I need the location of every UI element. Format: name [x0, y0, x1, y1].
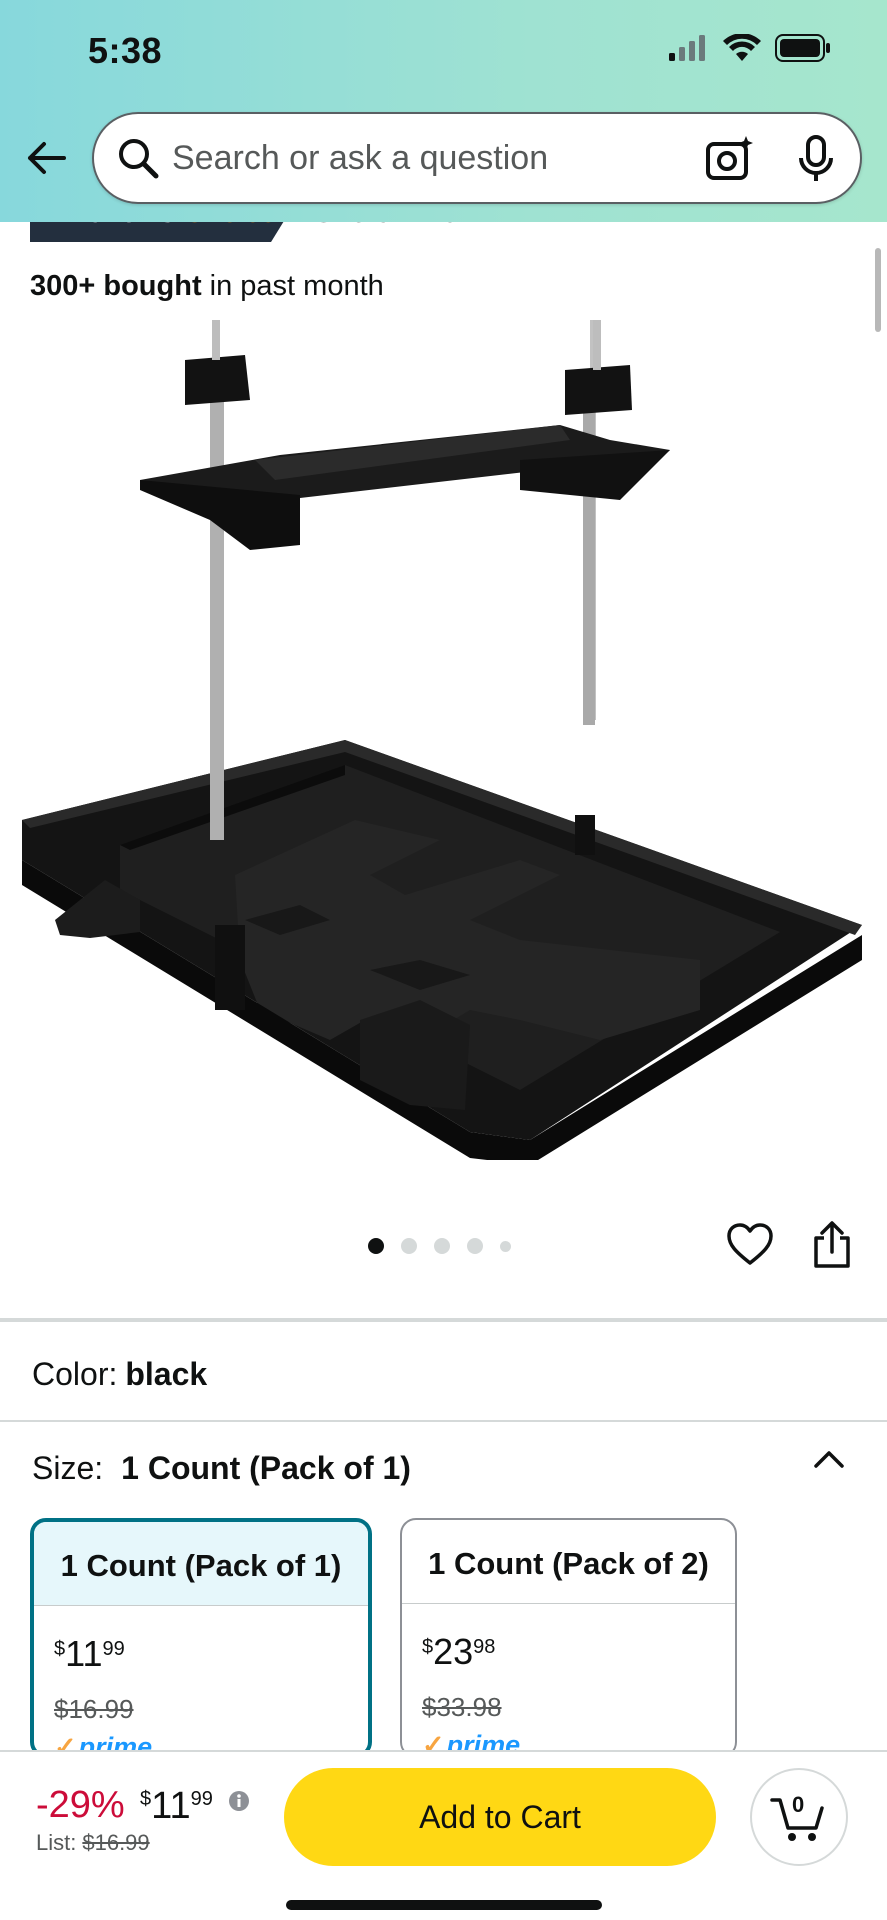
battery-icon	[775, 34, 830, 62]
color-label: Color:	[32, 1356, 118, 1392]
wifi-icon	[723, 34, 761, 61]
gallery-dot[interactable]	[401, 1238, 417, 1254]
size-option-pack-of-1[interactable]: 1 Count (Pack of 1) $11 99 $16.99 ✓prime	[30, 1518, 372, 1758]
search-placeholder: Search or ask a question	[172, 139, 549, 177]
bought-count: 300+ bought in past month	[30, 270, 384, 302]
product-image[interactable]	[0, 320, 887, 1160]
gallery-dot[interactable]	[434, 1238, 450, 1254]
camera-icon[interactable]	[704, 134, 754, 184]
buy-bar: -29% $11 99 List: $16.99 Add to Cart 0	[0, 1750, 887, 1920]
size-selector[interactable]: Size: 1 Count (Pack of 1)	[32, 1450, 411, 1487]
mic-icon[interactable]	[796, 134, 836, 184]
size-option-list-price: $33.98	[422, 1692, 502, 1722]
status-icons	[669, 34, 831, 62]
gallery-dot[interactable]	[500, 1240, 511, 1252]
size-label: Size:	[32, 1450, 104, 1486]
add-to-cart-button[interactable]: Add to Cart	[284, 1768, 716, 1866]
discount-percent: -29%	[36, 1784, 125, 1826]
size-option-price: $23 98	[422, 1631, 496, 1672]
search-input[interactable]: Search or ask a question	[92, 112, 862, 204]
header: 5:38 Search or ask a question	[0, 0, 887, 222]
list-price: List: $16.99	[36, 1830, 150, 1855]
size-option-name: 1 Count (Pack of 2)	[402, 1520, 735, 1604]
back-arrow-icon[interactable]	[24, 136, 68, 180]
share-icon[interactable]	[810, 1220, 854, 1270]
heart-icon[interactable]	[726, 1222, 774, 1266]
signal-icon	[669, 35, 705, 61]
size-option-list-price: $16.99	[54, 1694, 134, 1724]
home-indicator[interactable]	[286, 1900, 602, 1910]
chevron-up-icon[interactable]	[812, 1448, 846, 1472]
gallery-pagination[interactable]	[368, 1238, 511, 1254]
search-icon	[119, 139, 159, 179]
divider	[0, 1318, 887, 1322]
size-value: 1 Count (Pack of 1)	[121, 1450, 411, 1486]
cart-count: 0	[792, 1792, 805, 1817]
color-selector[interactable]: Color: black	[32, 1356, 207, 1393]
divider	[0, 1420, 887, 1422]
size-option-price: $11 99	[54, 1633, 125, 1674]
size-option-pack-of-2[interactable]: 1 Count (Pack of 2) $23 98 $33.98 ✓prime	[400, 1518, 737, 1758]
status-time: 5:38	[88, 30, 163, 71]
color-value: black	[125, 1356, 208, 1392]
info-icon[interactable]	[228, 1790, 250, 1812]
gallery-dot[interactable]	[368, 1238, 384, 1254]
cart-button[interactable]: 0	[750, 1768, 848, 1866]
current-price: $11 99	[140, 1785, 213, 1827]
size-option-name: 1 Count (Pack of 1)	[34, 1522, 368, 1606]
gallery-dot[interactable]	[467, 1238, 483, 1254]
